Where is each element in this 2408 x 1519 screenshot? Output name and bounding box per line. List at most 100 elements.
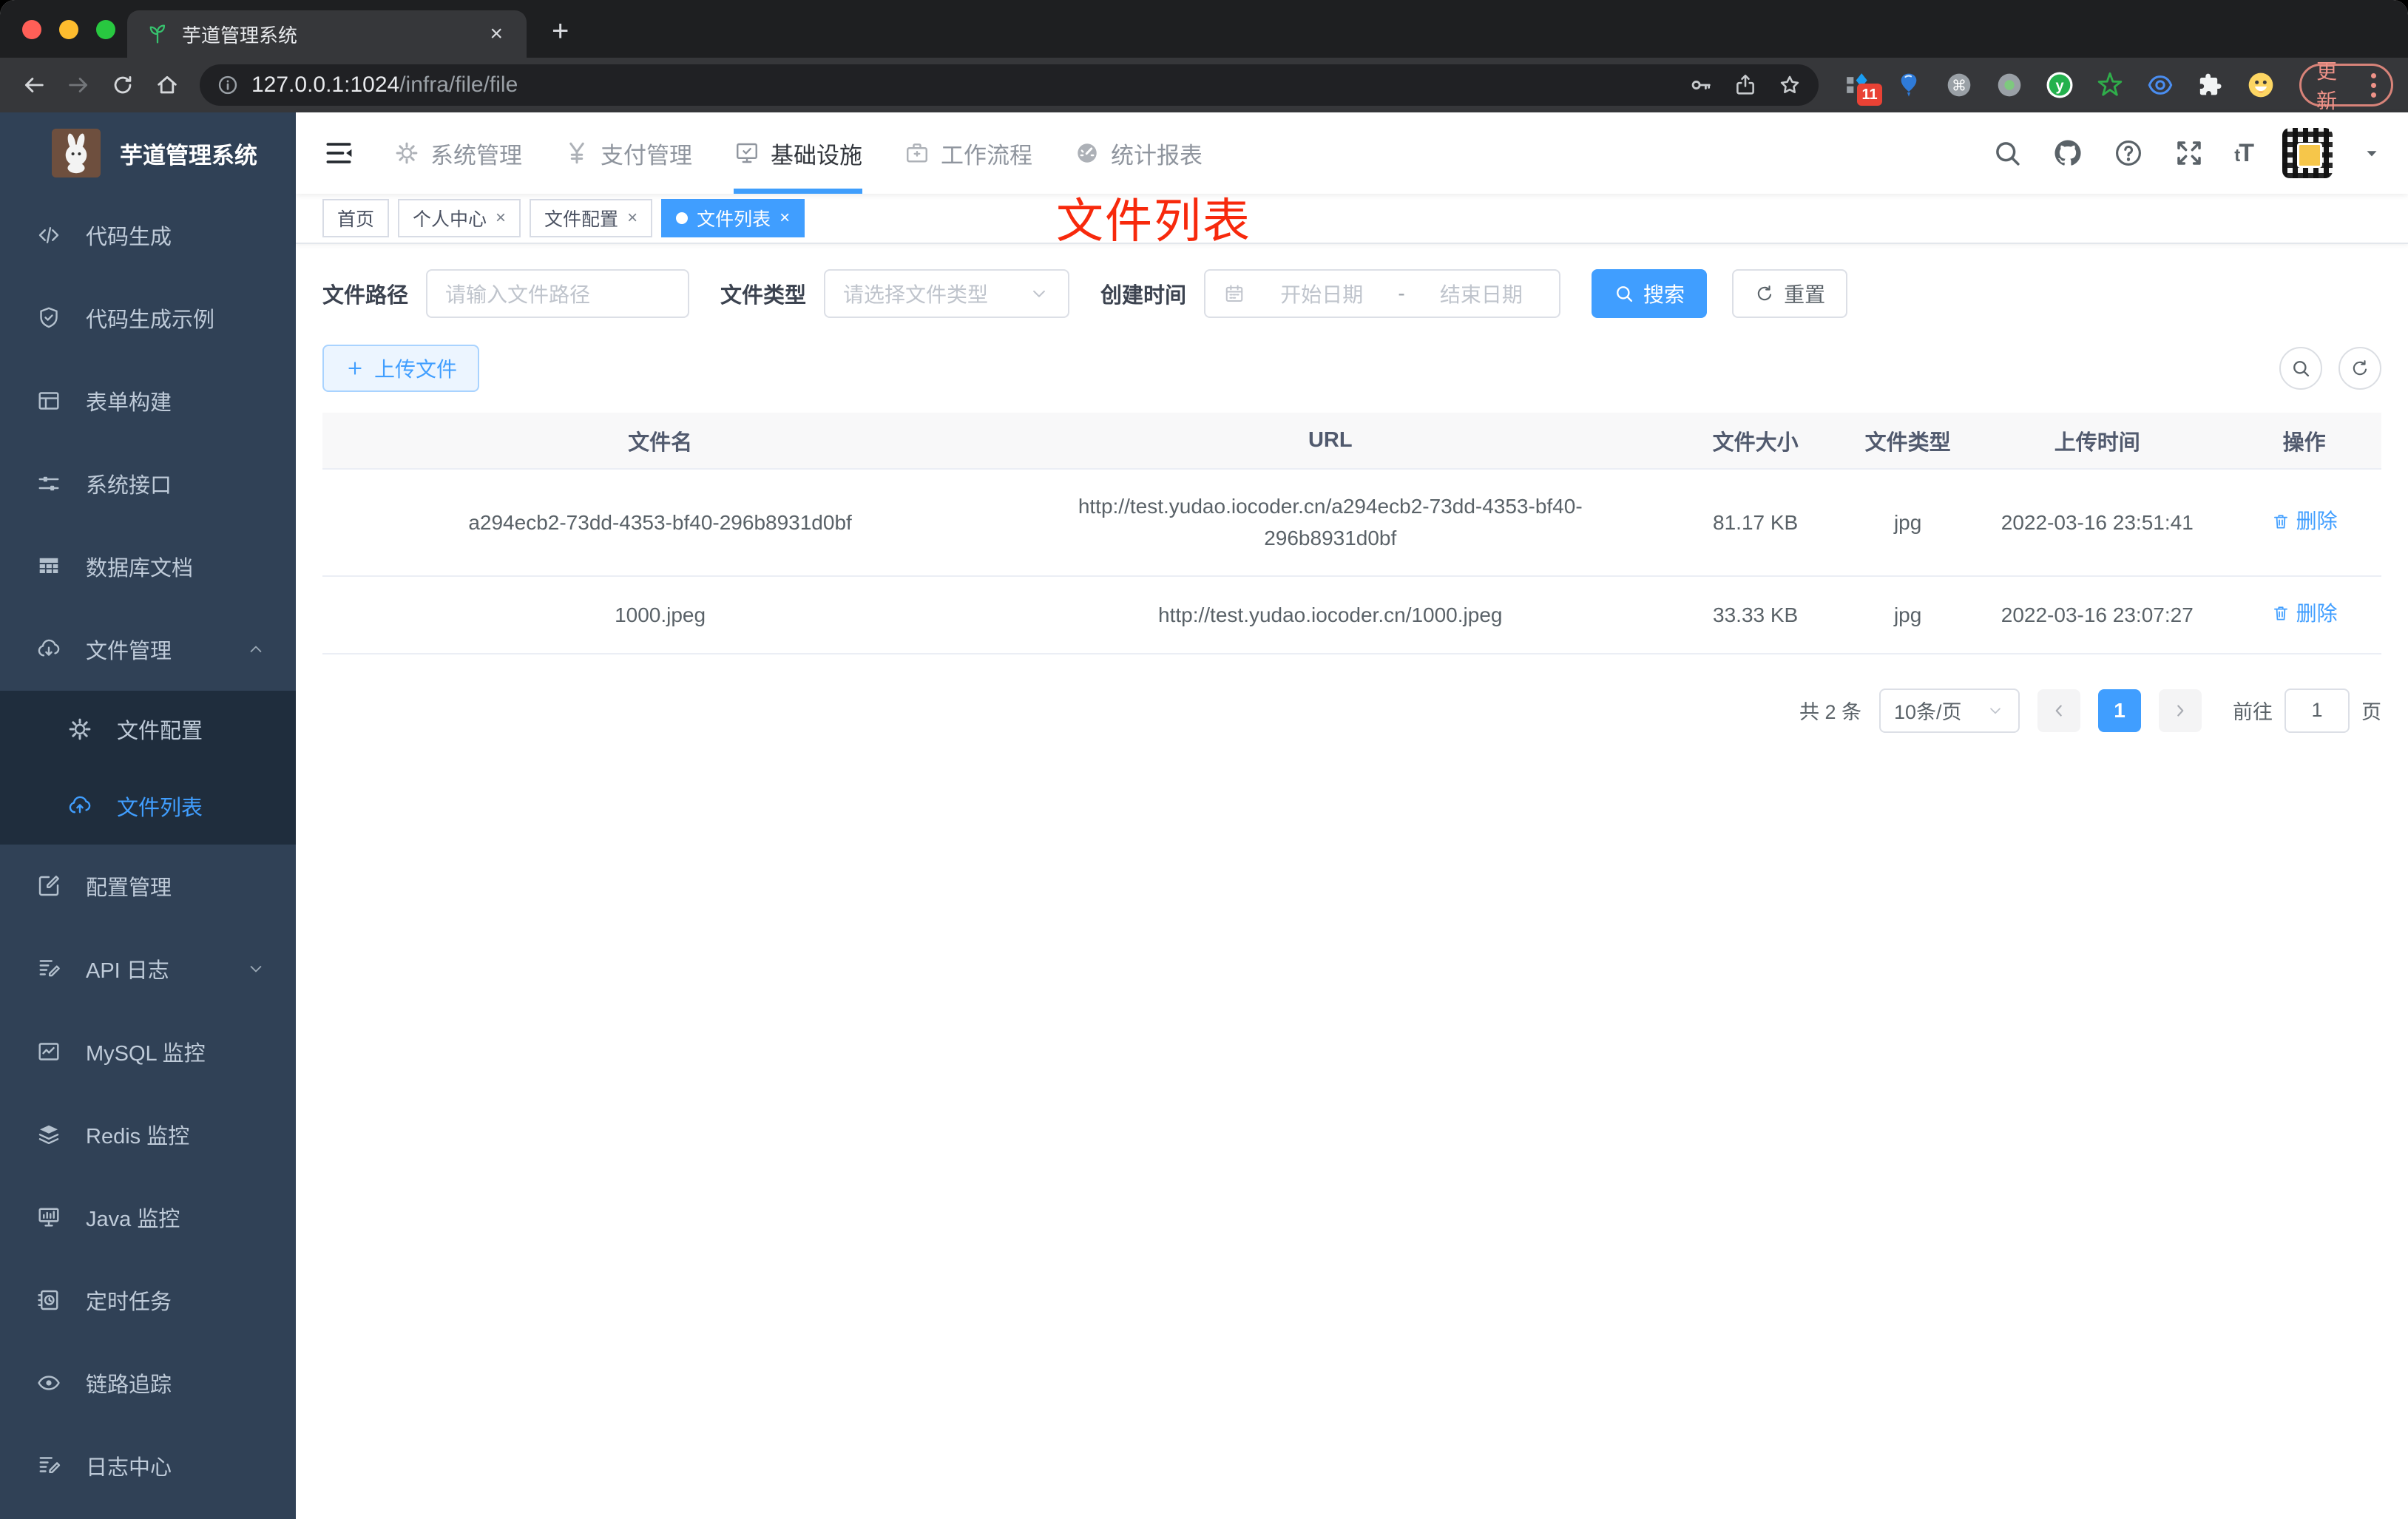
search-icon xyxy=(1614,283,1634,304)
browser-tab[interactable]: 芋道管理系统 × xyxy=(127,10,527,58)
forward-icon[interactable] xyxy=(59,66,98,104)
top-nav-item-统计报表[interactable]: 统计报表 xyxy=(1074,112,1203,194)
share-icon[interactable] xyxy=(1733,72,1758,98)
svg-text:y: y xyxy=(2055,78,2064,95)
close-window-button[interactable] xyxy=(22,20,41,39)
date-range-input[interactable]: 开始日期 - 结束日期 xyxy=(1204,269,1561,318)
top-nav-item-基础设施[interactable]: 基础设施 xyxy=(734,112,862,194)
emoji-face-icon[interactable] xyxy=(2246,70,2276,100)
blue-eye-icon[interactable] xyxy=(2145,70,2175,100)
refresh-table-button[interactable] xyxy=(2338,347,2381,390)
zoom-window-button[interactable] xyxy=(96,20,115,39)
top-nav-label: 工作流程 xyxy=(941,142,1032,169)
bookmark-star-icon[interactable] xyxy=(1777,72,1802,98)
total-count: 共 2 条 xyxy=(1799,701,1861,724)
update-label: 更新 xyxy=(2316,60,2338,112)
password-key-icon[interactable] xyxy=(1688,72,1714,98)
sidebar-item-代码生成示例[interactable]: 代码生成示例 xyxy=(0,277,296,359)
table-header-cell: 操作 xyxy=(2227,413,2381,470)
file-type-select[interactable]: 请选择文件类型 xyxy=(824,269,1070,318)
next-page-button[interactable] xyxy=(2159,689,2202,732)
file-type-label: 文件类型 xyxy=(720,284,807,308)
top-nav-item-支付管理[interactable]: 支付管理 xyxy=(564,112,692,194)
upload-time-cell: 2022-03-16 23:51:41 xyxy=(1967,469,2228,577)
delete-button[interactable]: 删除 xyxy=(2271,505,2338,537)
sidebar-item-定时任务[interactable]: 定时任务 xyxy=(0,1259,296,1342)
command-circle-icon[interactable]: ⌘ xyxy=(1944,70,1974,100)
search-button[interactable]: 搜索 xyxy=(1592,269,1708,318)
database-table-icon xyxy=(35,553,62,580)
browser-toolbar: 127.0.0.1:1024/infra/file/file 11 ⌘ y 更新 xyxy=(0,58,2408,112)
sidebar-item-配置管理[interactable]: 配置管理 xyxy=(0,845,296,927)
sidebar-item-数据库文档[interactable]: 数据库文档 xyxy=(0,525,296,608)
browser-menu-icon[interactable] xyxy=(2371,72,2376,98)
dot-circle-icon[interactable] xyxy=(1995,70,2024,100)
green-star-icon[interactable] xyxy=(2095,70,2125,100)
tag-个人中心[interactable]: 个人中心 × xyxy=(398,199,521,237)
trash-icon xyxy=(2271,603,2290,623)
sidebar-item-文件列表[interactable]: 文件列表 xyxy=(0,768,296,845)
back-icon[interactable] xyxy=(15,66,53,104)
avatar-caret-down-icon[interactable] xyxy=(2362,143,2381,163)
url-bar[interactable]: 127.0.0.1:1024/infra/file/file xyxy=(200,64,1819,106)
sidebar-item-系统接口[interactable]: 系统接口 xyxy=(0,442,296,525)
tag-label: 文件配置 xyxy=(544,209,619,230)
page-size-select[interactable]: 10条/页 xyxy=(1879,688,2020,733)
y-brand-circle-icon[interactable]: y xyxy=(2045,70,2074,100)
tag-文件列表[interactable]: 文件列表 × xyxy=(661,199,805,237)
minimize-window-button[interactable] xyxy=(59,20,78,39)
sidebar-collapse-icon[interactable] xyxy=(322,137,355,169)
new-tab-button[interactable]: + xyxy=(552,16,569,46)
sidebar-item-日志中心[interactable]: 日志中心 xyxy=(0,1424,296,1507)
reload-icon[interactable] xyxy=(104,66,142,104)
delete-button[interactable]: 删除 xyxy=(2271,598,2338,629)
top-nav: 系统管理 支付管理 基础设施 工作流程 统计报表 xyxy=(393,112,1244,194)
sidebar-item-表单构建[interactable]: 表单构建 xyxy=(0,359,296,442)
url-text: 127.0.0.1:1024/infra/file/file xyxy=(251,72,1688,98)
document-edit-icon xyxy=(35,955,62,982)
sidebar-item-API日志[interactable]: API 日志 xyxy=(0,927,296,1010)
font-size-icon[interactable]: tT xyxy=(2234,139,2254,168)
tag-close-icon[interactable]: × xyxy=(627,208,637,229)
show-search-button[interactable] xyxy=(2279,347,2322,390)
goto-page-input[interactable] xyxy=(2284,688,2350,733)
extension-grid-icon[interactable]: 11 xyxy=(1844,70,1883,106)
layers-icon xyxy=(35,1121,62,1148)
browser-update-button[interactable]: 更新 xyxy=(2299,60,2393,112)
home-icon[interactable] xyxy=(148,66,186,104)
sidebar-item-Redis监控[interactable]: Redis 监控 xyxy=(0,1093,296,1176)
eye-icon xyxy=(35,1370,62,1396)
top-nav-label: 系统管理 xyxy=(430,142,522,169)
tag-文件配置[interactable]: 文件配置 × xyxy=(530,199,653,237)
app-header: 系统管理 支付管理 基础设施 工作流程 统计报表 tT xyxy=(296,112,2408,194)
sidebar-item-文件配置[interactable]: 文件配置 xyxy=(0,691,296,768)
active-tag-dot xyxy=(676,212,689,224)
top-nav-item-工作流程[interactable]: 工作流程 xyxy=(904,112,1032,194)
puzzle-icon[interactable] xyxy=(2196,70,2225,100)
sidebar-item-MySQL监控[interactable]: MySQL 监控 xyxy=(0,1010,296,1093)
site-info-icon[interactable] xyxy=(216,73,240,97)
avatar[interactable] xyxy=(2282,128,2333,178)
sidebar-item-链路追踪[interactable]: 链路追踪 xyxy=(0,1342,296,1424)
top-nav-item-系统管理[interactable]: 系统管理 xyxy=(393,112,522,194)
tag-close-icon[interactable]: × xyxy=(779,208,790,229)
upload-file-button[interactable]: 上传文件 xyxy=(322,345,480,392)
search-icon xyxy=(2290,358,2311,379)
sidebar-item-Java监控[interactable]: Java 监控 xyxy=(0,1176,296,1259)
end-date-placeholder: 结束日期 xyxy=(1439,283,1523,306)
reset-button[interactable]: 重置 xyxy=(1732,269,1848,318)
delete-label: 删除 xyxy=(2296,601,2338,625)
tab-close-icon[interactable]: × xyxy=(484,21,509,47)
file-type-cell: jpg xyxy=(1847,575,1968,654)
sidebar-item-文件管理[interactable]: 文件管理 xyxy=(0,608,296,691)
prev-page-button[interactable] xyxy=(2037,689,2080,732)
table-header-cell: URL xyxy=(998,413,1663,470)
file-path-input[interactable]: 请输入文件路径 xyxy=(426,269,690,318)
balloon-icon[interactable] xyxy=(1894,70,1924,100)
tag-close-icon[interactable]: × xyxy=(496,208,506,229)
tag-首页[interactable]: 首页 xyxy=(322,199,390,237)
sidebar-item-代码生成[interactable]: 代码生成 xyxy=(0,194,296,277)
sidebar-item-label: 代码生成 xyxy=(86,226,172,249)
table-header-row: 文件名 URL 文件大小 文件类型 上传时间 操作 xyxy=(322,413,2381,470)
page-number-button[interactable]: 1 xyxy=(2098,689,2141,732)
